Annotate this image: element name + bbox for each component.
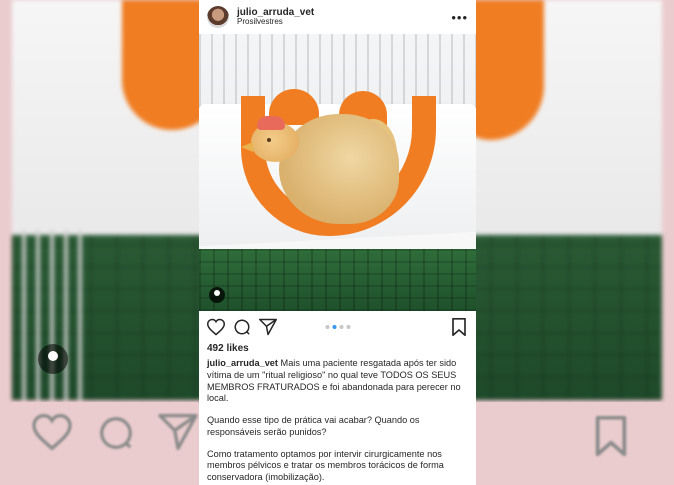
background-orange-cushion — [464, 0, 544, 140]
background-left-panel — [0, 0, 210, 485]
background-photo-left — [12, 0, 210, 400]
background-comment-icon — [100, 417, 132, 449]
hen-comb — [257, 116, 285, 130]
carousel-dot — [346, 325, 350, 329]
like-heart-icon[interactable] — [207, 318, 225, 336]
avatar[interactable] — [207, 6, 229, 28]
bookmark-icon[interactable] — [450, 318, 468, 336]
post-photo[interactable] — [199, 34, 476, 311]
hen-beak — [241, 142, 253, 152]
background-action-icons — [12, 402, 198, 485]
caption-paragraph: Como tratamento optamos por intervir cir… — [207, 448, 444, 483]
background-photo-right — [464, 0, 662, 400]
background-user-tag-icon — [38, 344, 68, 374]
background-orange-cushion — [122, 0, 210, 130]
location-link[interactable]: Prosilvestres — [237, 17, 314, 27]
hen-eye — [267, 138, 271, 142]
background-cage-bars — [22, 230, 82, 400]
caption-paragraph: Quando esse tipo de prática vai acabar? … — [207, 415, 420, 437]
comment-icon[interactable] — [233, 318, 251, 336]
green-mat — [199, 249, 476, 311]
post-header: julio_arruda_vet Prosilvestres ••• — [199, 0, 476, 34]
background-mat — [464, 235, 662, 400]
hen-body — [279, 114, 399, 224]
share-icon[interactable] — [259, 318, 277, 336]
user-tag-icon[interactable] — [209, 287, 225, 303]
background-right-panel — [464, 0, 674, 485]
instagram-post: julio_arruda_vet Prosilvestres ••• 492 l… — [199, 0, 476, 485]
action-bar — [199, 311, 476, 343]
more-options-icon[interactable]: ••• — [451, 10, 468, 25]
carousel-dot — [339, 325, 343, 329]
background-heart-icon — [32, 414, 72, 450]
carousel-indicator — [325, 325, 350, 329]
background-share-icon — [158, 414, 198, 450]
likes-count[interactable]: 492 likes — [199, 343, 476, 354]
post-author: julio_arruda_vet Prosilvestres — [237, 7, 314, 27]
post-caption: julio_arruda_vet Mais uma paciente resga… — [199, 354, 476, 484]
carousel-dot-active — [332, 325, 336, 329]
caption-paragraph: julio_arruda_vet Mais uma paciente resga… — [207, 358, 468, 405]
caption-username-link[interactable]: julio_arruda_vet — [207, 358, 278, 368]
carousel-dot — [325, 325, 329, 329]
background-bookmark-icon — [595, 416, 627, 456]
background-action-icons — [464, 402, 662, 485]
